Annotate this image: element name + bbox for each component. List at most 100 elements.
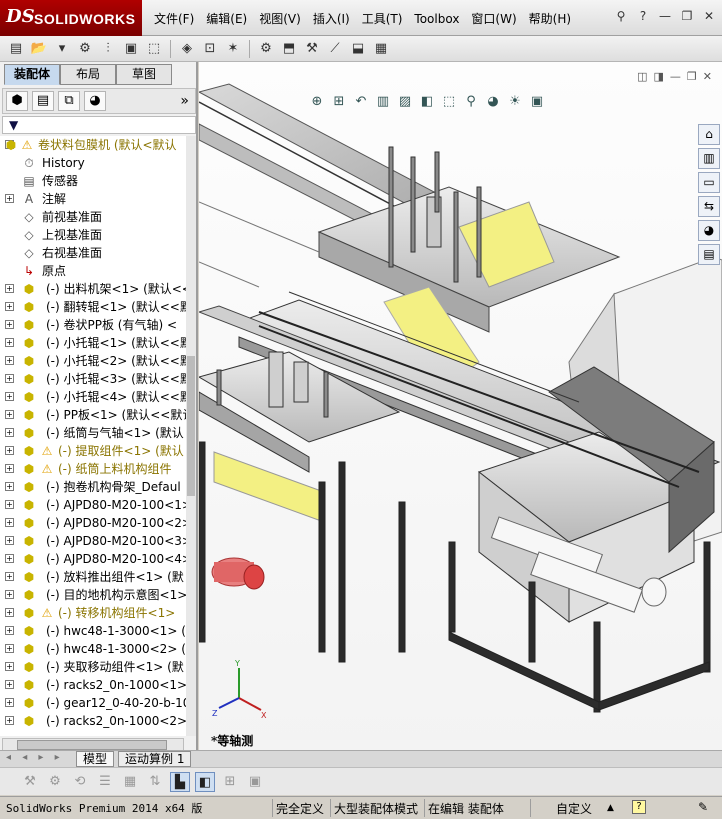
expand-icon[interactable]: + xyxy=(5,392,14,401)
menu-item[interactable]: 视图(V) xyxy=(253,10,307,28)
menu-item[interactable]: 窗口(W) xyxy=(465,10,522,28)
expand-icon[interactable]: + xyxy=(5,482,14,491)
expand-icon[interactable]: + xyxy=(5,320,14,329)
tree-node[interactable]: + ⬢ (-) 小托辊<1> (默认<<默 xyxy=(0,334,186,352)
grid-icon[interactable]: ⊞ xyxy=(220,772,240,792)
menu-item[interactable]: 编辑(E) xyxy=(200,10,253,28)
tree-node[interactable]: + ⬢ (-) 小托辊<2> (默认<<默 xyxy=(0,352,186,370)
list-icon[interactable]: ☰ xyxy=(95,772,115,792)
split-view-icon[interactable]: ◫ xyxy=(637,70,647,83)
tree-node[interactable]: + ⬢ (-) 小托辊<4> (默认<<默 xyxy=(0,388,186,406)
tree-root[interactable]: - ⬢ ⚠ 卷状料包膜机 (默认<默认 xyxy=(0,136,186,154)
tab-model[interactable]: 模型 xyxy=(76,751,115,767)
expand-icon[interactable]: + xyxy=(5,572,14,581)
tree-node[interactable]: + A 注解 xyxy=(0,190,186,208)
expand-icon[interactable]: + xyxy=(5,644,14,653)
tree-node[interactable]: + ⬢ (-) AJPD80-M20-100<4> ( xyxy=(0,550,186,568)
tab-assembly[interactable]: 装配体 xyxy=(4,64,60,85)
table-icon[interactable]: ▦ xyxy=(120,772,140,792)
menu-item[interactable]: 工具(T) xyxy=(356,10,409,28)
tree-node[interactable]: + ⬢ (-) 纸筒与气轴<1> (默认 xyxy=(0,424,186,442)
scroll-thumb[interactable] xyxy=(17,740,167,750)
tree-node[interactable]: + ⬢ ⚠ (-) 纸筒上料机构组件 xyxy=(0,460,186,478)
assembly-features-icon[interactable]: ◈ xyxy=(177,39,197,59)
expand-icon[interactable]: + xyxy=(5,446,14,455)
expand-icon[interactable]: + xyxy=(5,194,14,203)
tree-node[interactable]: + ⬢ (-) 小托辊<3> (默认<<默 xyxy=(0,370,186,388)
tab-motion-study[interactable]: 运动算例 1 xyxy=(118,751,192,767)
expand-icon[interactable]: + xyxy=(5,410,14,419)
filter-icon[interactable]: ▼ xyxy=(9,118,18,132)
hide-show-icon[interactable]: ⚲ xyxy=(463,94,479,110)
menu-item[interactable]: Toolbox xyxy=(408,10,465,28)
previous-view-icon[interactable]: ↶ xyxy=(353,94,369,110)
rebuild-icon[interactable]: ⬒ xyxy=(279,39,299,59)
expand-icon[interactable]: + xyxy=(5,518,14,527)
options-icon[interactable]: ⚒ xyxy=(302,39,322,59)
component-icon[interactable]: ▣ xyxy=(121,39,141,59)
tree-node[interactable]: + ⬢ (-) 放料推出组件<1> (默 xyxy=(0,568,186,586)
smart-mates-icon[interactable]: ⚙ xyxy=(75,39,95,59)
zoom-to-area-icon[interactable]: ⊞ xyxy=(331,94,347,110)
tag-icon[interactable]: ✎ xyxy=(698,800,708,814)
expand-icon[interactable]: + xyxy=(5,536,14,545)
more-icon[interactable]: » xyxy=(180,93,189,109)
tree-node[interactable]: + ⬢ (-) AJPD80-M20-100<3> ( xyxy=(0,532,186,550)
tree-node[interactable]: ◇ 右视基准面 xyxy=(0,244,186,262)
file-explorer-icon[interactable]: ▭ xyxy=(698,172,720,193)
section-view-icon[interactable]: ▥ xyxy=(375,94,391,110)
open-icon[interactable]: 📂 xyxy=(29,39,49,59)
appearances-icon[interactable]: ◕ xyxy=(698,220,720,241)
expand-icon[interactable]: + xyxy=(5,554,14,563)
property-manager-icon[interactable]: ▤ xyxy=(32,91,54,111)
expand-icon[interactable]: + xyxy=(5,716,14,725)
expand-icon[interactable]: + xyxy=(5,428,14,437)
scroll-thumb[interactable] xyxy=(187,356,195,496)
close-button[interactable]: ✕ xyxy=(700,7,718,25)
tab-nav-arrows[interactable]: ◂ ◂ ▸ ▸ xyxy=(6,752,64,763)
expand-icon[interactable]: + xyxy=(5,698,14,707)
expand-icon[interactable]: + xyxy=(5,284,14,293)
units-dropdown-arrow[interactable]: ▲ xyxy=(607,803,614,813)
menu-item[interactable]: 插入(I) xyxy=(307,10,356,28)
view-palette-icon[interactable]: ⇆ xyxy=(698,196,720,217)
display-style-icon[interactable]: ⬚ xyxy=(441,94,457,110)
restore-view-icon[interactable]: ❐ xyxy=(687,70,697,83)
expand-icon[interactable]: + xyxy=(5,626,14,635)
close-view-icon[interactable]: ✕ xyxy=(703,70,712,83)
tree-node[interactable]: + ⬢ (-) racks2_0n-1000<2> ( xyxy=(0,712,186,730)
custom-properties-icon[interactable]: ▤ xyxy=(698,244,720,265)
pin-icon[interactable]: ⚲ xyxy=(612,7,630,25)
mate-icon[interactable]: ⫶ xyxy=(98,39,118,59)
tree-node[interactable]: + ⬢ (-) gear12_0-40-20-b-10 xyxy=(0,694,186,712)
menu-item[interactable]: 文件(F) xyxy=(148,10,200,28)
tool-icon[interactable]: ⚒ xyxy=(20,772,40,792)
expand-icon[interactable]: + xyxy=(5,608,14,617)
help-icon[interactable]: ? xyxy=(632,800,646,814)
tree-node[interactable]: ◇ 上视基准面 xyxy=(0,226,186,244)
tree-node[interactable]: + ⬢ (-) 卷状PP板 (有气轴) < xyxy=(0,316,186,334)
configuration-manager-icon[interactable]: ⧉ xyxy=(58,91,80,111)
tree-node[interactable]: ◇ 前视基准面 xyxy=(0,208,186,226)
expand-icon[interactable]: + xyxy=(5,464,14,473)
tab-layout[interactable]: 布局 xyxy=(60,64,116,85)
tree-node[interactable]: + ⬢ (-) AJPD80-M20-100<1> ( xyxy=(0,496,186,514)
tree-node[interactable]: + ⬢ (-) hwc48-1-3000<1> (默 xyxy=(0,622,186,640)
expand-icon[interactable]: + xyxy=(5,680,14,689)
tree-node[interactable]: + ⬢ (-) AJPD80-M20-100<2> ( xyxy=(0,514,186,532)
expand-icon[interactable]: + xyxy=(5,374,14,383)
dynamic-annotation-icon[interactable]: ▨ xyxy=(397,94,413,110)
tab-sketch[interactable]: 草图 xyxy=(116,64,172,85)
minimize-button[interactable]: — xyxy=(656,7,674,25)
feature-tree-icon[interactable]: ⬢ xyxy=(6,91,28,111)
minimize-view-icon[interactable]: — xyxy=(670,70,681,83)
tree-node[interactable]: + ⬢ ⚠ (-) 提取组件<1> (默认 xyxy=(0,442,186,460)
restore-button[interactable]: ❐ xyxy=(678,7,696,25)
move-component-icon[interactable]: ⬚ xyxy=(144,39,164,59)
graphics-viewport[interactable]: ◫ ◨ — ❐ ✕ ⊕ ⊞ ↶ ▥ ▨ ◧ ⬚ ⚲ ◕ ☀ ▣ ⌂ ▥ ▭ ⇆ … xyxy=(199,62,722,750)
exploded-view-icon[interactable]: ✶ xyxy=(223,39,243,59)
cube-icon[interactable]: ◧ xyxy=(195,771,215,792)
expand-icon[interactable]: + xyxy=(5,302,14,311)
home-icon[interactable]: ⌂ xyxy=(698,124,720,145)
tree-node[interactable]: + ⬢ (-) racks2_0n-1000<1> ( xyxy=(0,676,186,694)
